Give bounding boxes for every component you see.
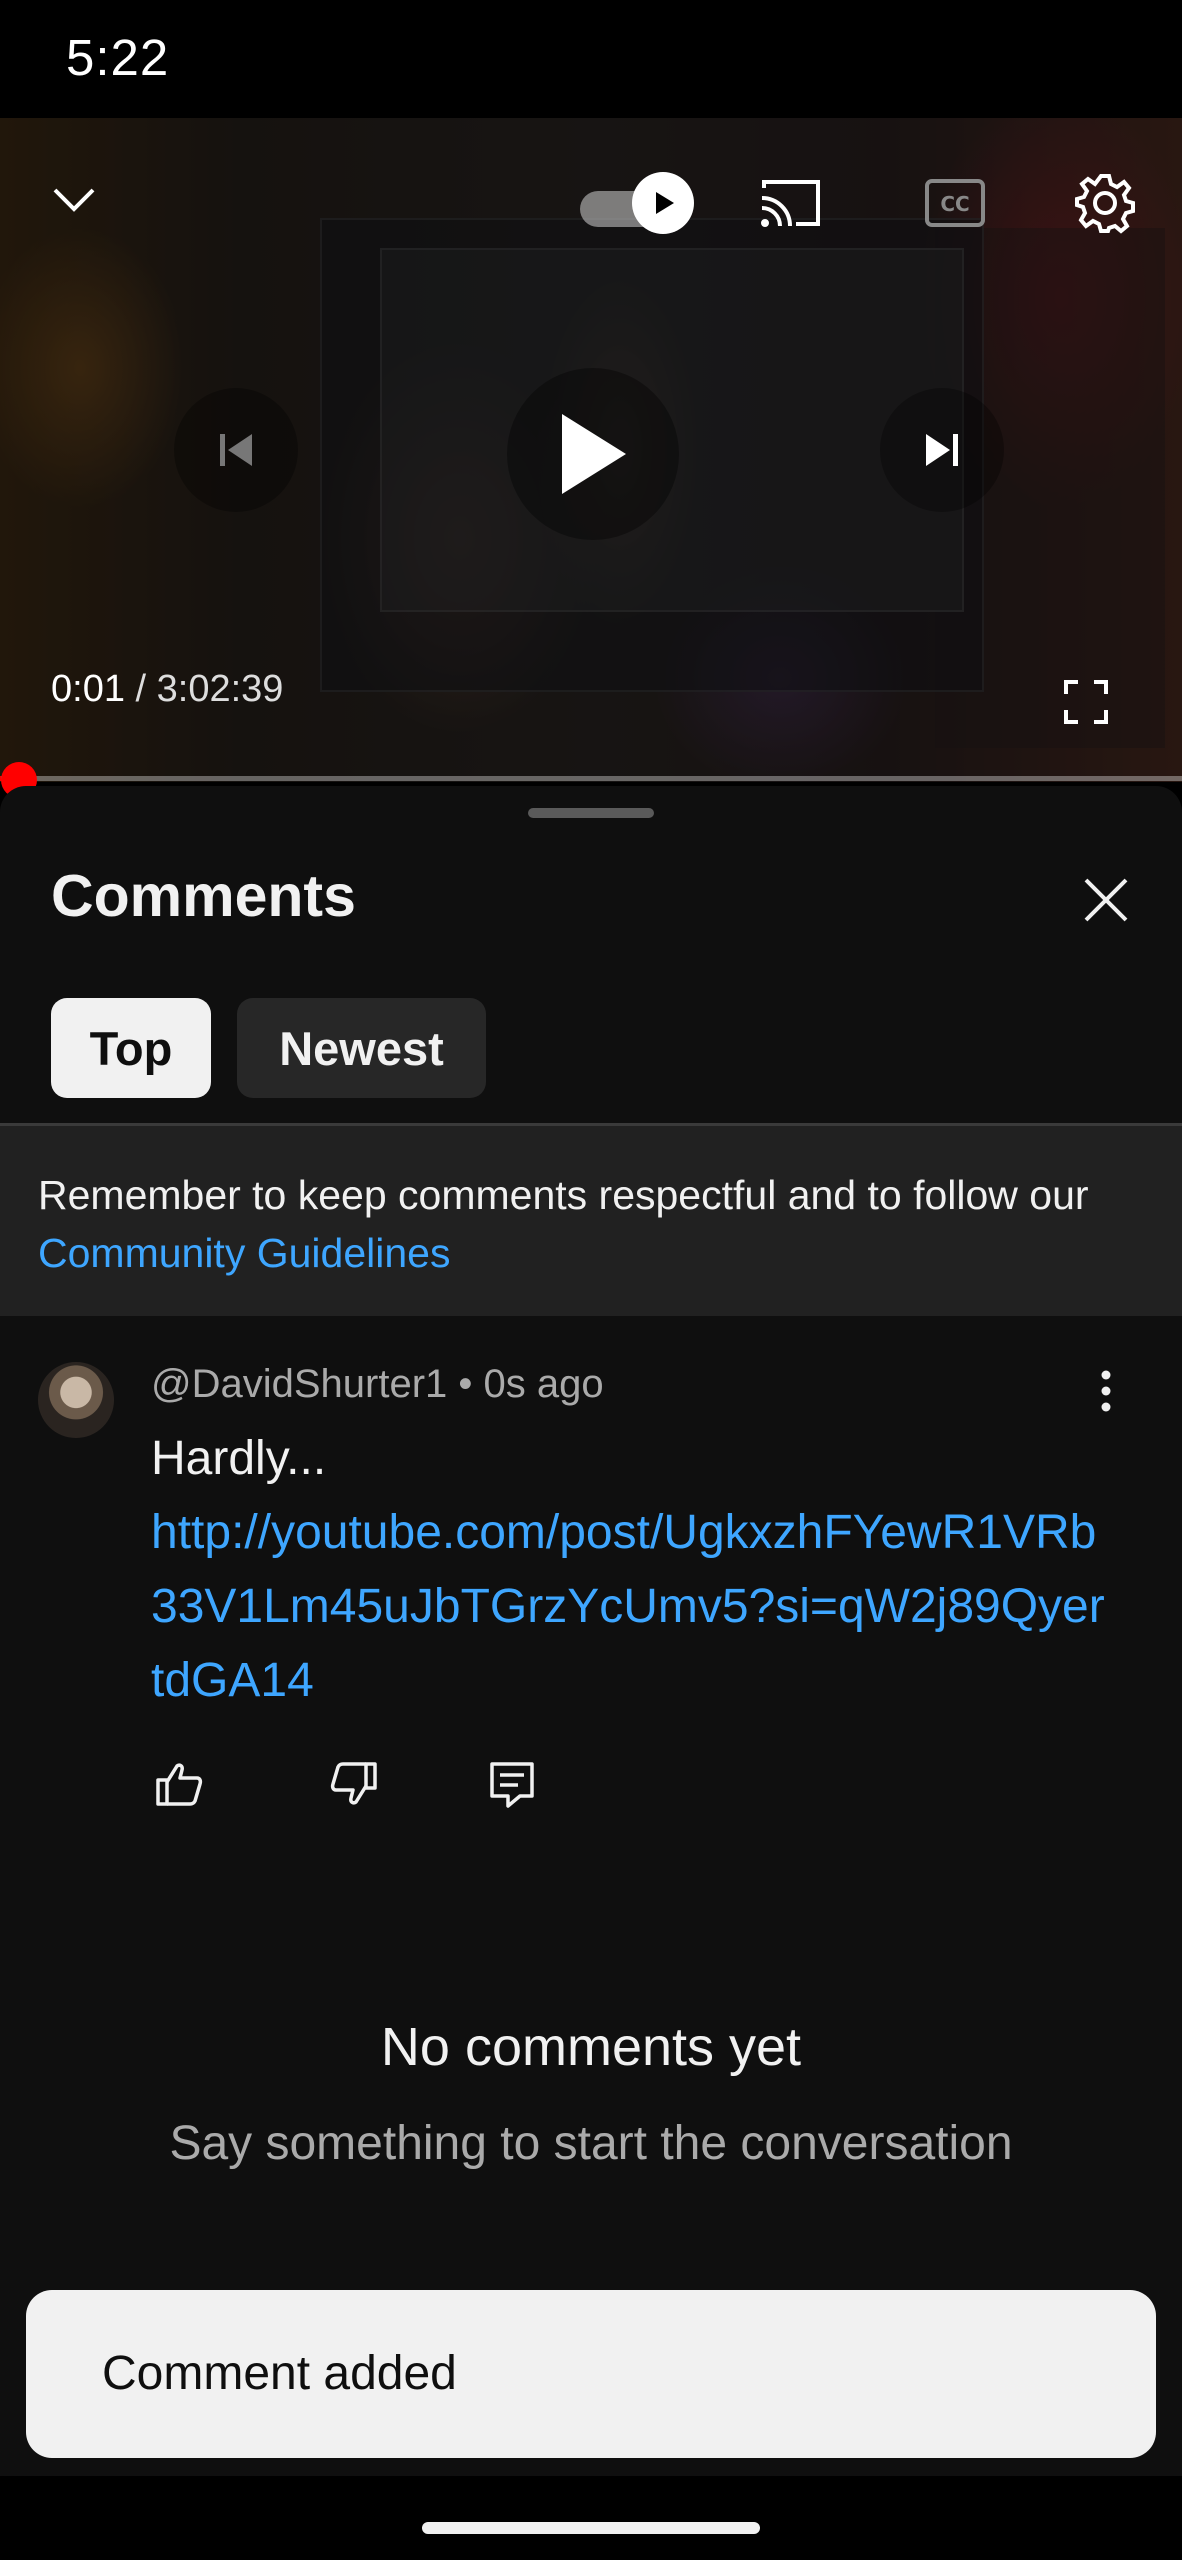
captions-icon: CC — [925, 179, 985, 227]
close-icon — [1084, 878, 1128, 922]
sheet-drag-handle[interactable] — [528, 808, 654, 818]
community-guidelines-link[interactable]: Community Guidelines — [38, 1230, 450, 1276]
autoplay-toggle[interactable] — [574, 170, 694, 236]
cast-button[interactable] — [756, 170, 826, 236]
chevron-down-icon — [53, 188, 95, 212]
minimize-player-button[interactable] — [44, 170, 104, 230]
snackbar-text: Comment added — [102, 2347, 457, 2400]
play-button[interactable] — [507, 368, 679, 540]
total-time: 3:02:39 — [156, 668, 284, 710]
home-indicator[interactable] — [422, 2522, 760, 2534]
fullscreen-icon — [1064, 680, 1108, 724]
svg-text:CC: CC — [940, 192, 969, 216]
fullscreen-button[interactable] — [1058, 674, 1114, 730]
guidelines-text: Remember to keep comments respectful and… — [38, 1166, 1148, 1282]
video-player[interactable]: CC 0:01 / 3:02:39 — [0, 118, 1182, 782]
previous-video-button[interactable] — [174, 388, 298, 512]
comment-link[interactable]: http://youtube.com/post/UgkxzhFYewR1VRb3… — [151, 1496, 1111, 1718]
tab-top[interactable]: Top — [51, 998, 211, 1098]
empty-state-title: No comments yet — [380, 2017, 802, 2077]
progress-bar[interactable] — [0, 776, 1182, 781]
tab-newest[interactable]: Newest — [237, 998, 486, 1098]
dislike-button[interactable] — [326, 1756, 382, 1812]
thumbs-down-icon — [330, 1762, 377, 1805]
close-comments-button[interactable] — [1076, 870, 1136, 930]
next-icon — [926, 434, 958, 466]
comment-time: 0s ago — [483, 1362, 604, 1406]
captions-button[interactable]: CC — [920, 170, 990, 236]
comment-meta-separator: • — [447, 1362, 484, 1406]
reply-icon — [490, 1762, 534, 1808]
time-display: 0:01 / 3:02:39 — [51, 668, 283, 711]
guidelines-notice: Remember to keep comments respectful and… — [0, 1126, 1182, 1316]
like-button[interactable] — [151, 1756, 207, 1812]
settings-icon — [1075, 174, 1135, 234]
settings-button[interactable] — [1070, 168, 1140, 238]
comment-meta: @DavidShurter1 • 0s ago — [151, 1362, 604, 1407]
next-video-button[interactable] — [880, 388, 1004, 512]
comments-sheet: Comments Top Newest Remember to keep com… — [0, 786, 1182, 2476]
comments-title: Comments — [51, 863, 356, 929]
status-bar: 5:22 — [0, 0, 1182, 118]
time-separator: / — [124, 668, 157, 710]
comment-body: Hardly... http://youtube.com/post/Ugkxzh… — [151, 1422, 1151, 1718]
guidelines-message: Remember to keep comments respectful and… — [38, 1172, 1089, 1218]
comment-author[interactable]: @DavidShurter1 — [151, 1362, 447, 1406]
comment-more-button[interactable] — [1086, 1356, 1126, 1426]
current-time: 0:01 — [51, 668, 125, 710]
comment-text: Hardly... — [151, 1432, 327, 1485]
previous-icon — [220, 434, 252, 466]
snackbar: Comment added — [26, 2290, 1156, 2458]
cast-icon — [761, 180, 820, 227]
avatar[interactable] — [38, 1362, 114, 1438]
empty-state-subtitle: Say something to start the conversation — [169, 2117, 1013, 2170]
autoplay-toggle-icon — [632, 172, 694, 234]
reply-button[interactable] — [484, 1756, 540, 1812]
thumbs-up-icon — [156, 1763, 203, 1806]
system-nav-bar — [0, 2482, 1182, 2560]
play-icon — [562, 414, 626, 494]
more-vert-icon — [1101, 1370, 1111, 1412]
status-time: 5:22 — [66, 29, 170, 86]
